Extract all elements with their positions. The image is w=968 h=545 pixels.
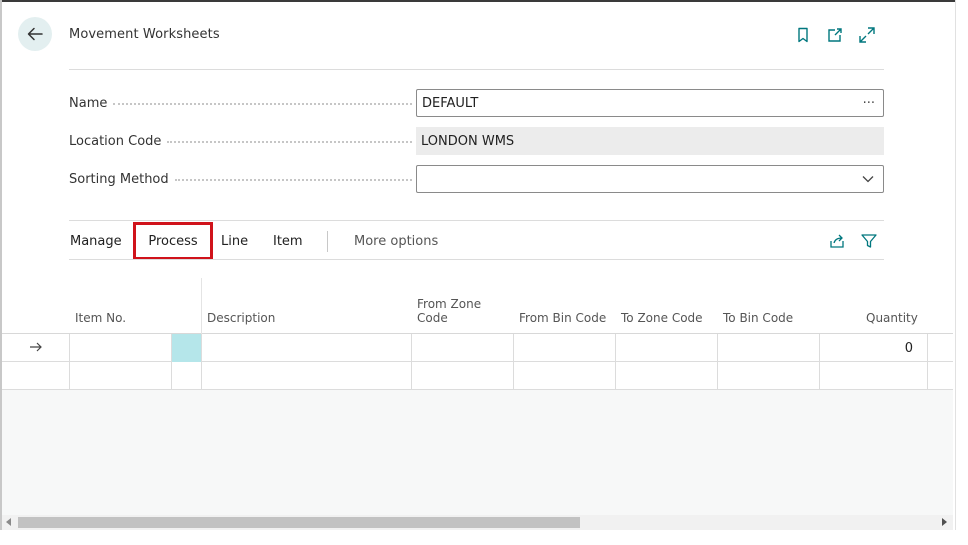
cell-from-zone-code[interactable] — [412, 362, 514, 390]
column-header-from-zone-line1: From Zone — [417, 297, 482, 311]
cell-to-bin-code[interactable] — [718, 362, 820, 390]
action-bar-top-divider — [69, 220, 884, 221]
cell-to-zone-code[interactable] — [616, 334, 718, 362]
cell-from-bin-code[interactable] — [514, 334, 616, 362]
cell-quantity[interactable] — [820, 362, 928, 390]
back-button[interactable] — [18, 17, 52, 51]
column-header-to-bin-code[interactable]: To Bin Code — [723, 311, 793, 325]
action-more-options[interactable]: More options — [354, 224, 438, 258]
window-top-border — [0, 0, 968, 2]
location-code-label: Location Code — [69, 133, 162, 149]
column-header-description[interactable]: Description — [207, 311, 275, 325]
cell-description[interactable] — [202, 362, 412, 390]
action-icons — [828, 224, 878, 258]
horizontal-scrollbar[interactable] — [2, 515, 953, 530]
scroll-right-arrow-icon[interactable] — [942, 518, 947, 526]
field-label: Name — [69, 96, 416, 111]
column-header-to-zone-code[interactable]: To Zone Code — [621, 311, 703, 325]
cell-focus-marker[interactable] — [172, 334, 202, 362]
action-separator — [327, 231, 328, 252]
page-title: Movement Worksheets — [69, 27, 220, 42]
share-icon[interactable] — [828, 232, 846, 250]
cell-to-bin-code[interactable] — [718, 334, 820, 362]
row-indicator[interactable] — [2, 334, 70, 362]
action-manage[interactable]: Manage — [70, 224, 122, 258]
cell-item-no[interactable] — [70, 362, 172, 390]
action-process[interactable]: Process — [133, 222, 213, 260]
lookup-ellipsis-icon[interactable]: ··· — [863, 90, 875, 116]
cell-description[interactable] — [202, 334, 412, 362]
column-header-from-zone-line2: Code — [417, 311, 448, 325]
column-divider — [201, 278, 202, 334]
bookmark-button[interactable] — [794, 25, 826, 45]
location-code-value-box: LONDON WMS — [416, 127, 884, 155]
vertical-scrollbar[interactable] — [955, 0, 968, 545]
action-item[interactable]: Item — [273, 224, 303, 258]
field-label: Location Code — [69, 134, 416, 149]
name-label: Name — [69, 95, 108, 111]
table-row[interactable]: 0 — [2, 334, 953, 362]
arrow-left-icon — [27, 27, 43, 41]
sorting-method-select[interactable] — [416, 165, 884, 193]
action-bar-bottom-divider — [69, 259, 884, 260]
field-label: Sorting Method — [69, 172, 416, 187]
bookmark-icon — [798, 27, 808, 43]
action-bar: Manage Process Line Item More options — [69, 222, 884, 260]
expand-icon — [859, 27, 875, 43]
worksheet-grid: Item No. Description From Zone Code From… — [2, 278, 953, 515]
column-header-from-zone-code[interactable]: From Zone Code — [417, 297, 481, 325]
bottom-strip — [0, 530, 968, 545]
cell-quantity[interactable]: 0 — [820, 334, 928, 362]
column-header-quantity[interactable]: Quantity — [866, 311, 918, 325]
header-actions — [794, 25, 890, 45]
open-new-window-button[interactable] — [826, 25, 858, 45]
column-header-from-bin-code[interactable]: From Bin Code — [519, 311, 606, 325]
table-row[interactable] — [2, 362, 953, 390]
grid-header: Item No. Description From Zone Code From… — [2, 278, 953, 334]
field-name: Name DEFAULT ··· — [69, 89, 884, 117]
cell-from-bin-code[interactable] — [514, 362, 616, 390]
cell-from-zone-code[interactable] — [412, 334, 514, 362]
chevron-down-icon — [861, 166, 875, 192]
cell-item-no[interactable] — [70, 334, 172, 362]
row-indicator[interactable] — [2, 362, 70, 390]
scrollbar-thumb[interactable] — [18, 517, 580, 528]
field-location-code: Location Code LONDON WMS — [69, 127, 884, 155]
filter-icon[interactable] — [860, 232, 878, 250]
location-code-value: LONDON WMS — [421, 133, 515, 149]
name-value: DEFAULT — [422, 95, 479, 111]
column-header-item-no[interactable]: Item No. — [75, 311, 126, 325]
expand-button[interactable] — [858, 25, 890, 45]
scroll-left-arrow-icon[interactable] — [6, 518, 11, 526]
name-input[interactable]: DEFAULT ··· — [416, 89, 884, 117]
action-line[interactable]: Line — [221, 224, 248, 258]
sorting-method-label: Sorting Method — [69, 171, 169, 187]
arrow-right-icon — [30, 342, 42, 352]
cell-to-zone-code[interactable] — [616, 362, 718, 390]
header-divider — [69, 69, 884, 70]
field-sorting-method: Sorting Method — [69, 165, 884, 193]
open-new-icon — [828, 28, 842, 42]
cell-focus-marker[interactable] — [172, 362, 202, 390]
